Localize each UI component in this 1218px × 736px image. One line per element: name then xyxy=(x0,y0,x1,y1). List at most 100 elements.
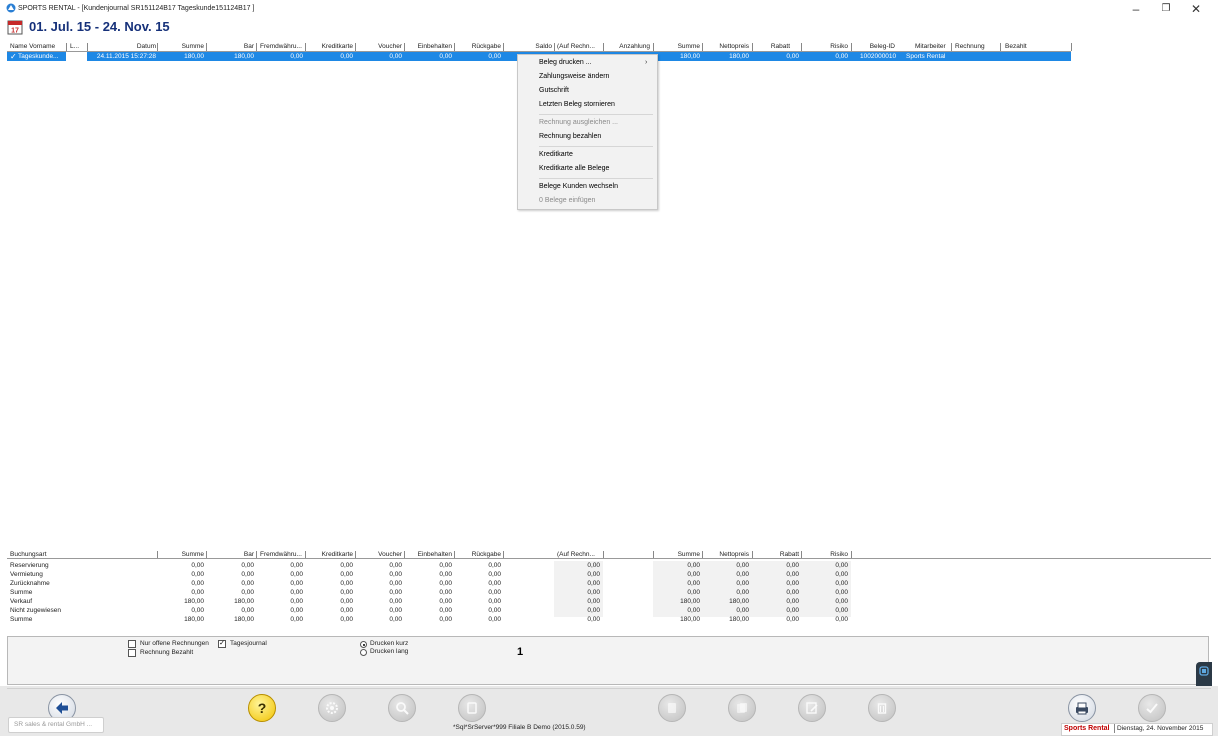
col-header-l[interactable]: L... xyxy=(70,43,79,50)
col-divider[interactable] xyxy=(454,43,455,51)
cell-einbehalten[interactable]: 0,00 xyxy=(412,53,452,60)
col-divider[interactable] xyxy=(157,551,158,558)
col-header-beleg-id[interactable]: Beleg-ID xyxy=(855,43,895,50)
tagesjournal-checkbox[interactable]: ✓ xyxy=(218,640,226,648)
confirm-button[interactable] xyxy=(1138,694,1166,722)
col-header-voucher[interactable]: Voucher xyxy=(362,43,402,50)
col-header-rechnung[interactable]: Rechnung xyxy=(955,43,985,50)
cell-rabatt[interactable]: 0,00 xyxy=(759,53,799,60)
col-header-bezahlt[interactable]: Bezahlt xyxy=(1005,43,1027,50)
cell-rueckgabe[interactable]: 0,00 xyxy=(461,53,501,60)
col-header-auf-rechnung[interactable]: (Auf Rechn... xyxy=(557,43,595,50)
col-header-kreditkarte[interactable]: Kreditkarte xyxy=(313,43,353,50)
sum-header-summe2[interactable]: Summe xyxy=(660,551,700,558)
menu-item-beleg-drucken[interactable]: Beleg drucken ... xyxy=(539,59,592,66)
col-divider[interactable] xyxy=(1071,43,1072,51)
col-divider[interactable] xyxy=(503,43,504,51)
col-divider[interactable] xyxy=(653,551,654,558)
sum-header-risiko[interactable]: Risiko xyxy=(808,551,848,558)
col-header-datum[interactable]: Datum xyxy=(116,43,156,50)
sum-header-auf-rechnung[interactable]: (Auf Rechn... xyxy=(557,551,595,558)
col-divider[interactable] xyxy=(404,551,405,558)
col-header-nettopreis[interactable]: Nettopreis xyxy=(709,43,749,50)
cell-risiko[interactable]: 0,00 xyxy=(808,53,848,60)
rechnung-bezahlt-label[interactable]: Rechnung Bezahlt xyxy=(140,649,193,656)
drucken-kurz-label[interactable]: Drucken kurz xyxy=(370,640,408,647)
sum-header-rueckgabe[interactable]: Rückgabe xyxy=(461,551,501,558)
col-divider[interactable] xyxy=(305,43,306,51)
sum-header-nettopreis[interactable]: Nettopreis xyxy=(709,551,749,558)
col-divider[interactable] xyxy=(355,43,356,51)
col-divider[interactable] xyxy=(503,551,504,558)
nur-offene-checkbox[interactable] xyxy=(128,640,136,648)
col-divider[interactable] xyxy=(206,551,207,558)
col-header-summe2[interactable]: Summe xyxy=(660,43,700,50)
help-button[interactable]: ? xyxy=(248,694,276,722)
close-button[interactable]: ✕ xyxy=(1182,2,1210,16)
col-divider[interactable] xyxy=(305,551,306,558)
rechnung-bezahlt-checkbox[interactable] xyxy=(128,649,136,657)
col-header-rueckgabe[interactable]: Rückgabe xyxy=(461,43,501,50)
col-divider[interactable] xyxy=(851,551,852,558)
col-divider[interactable] xyxy=(157,43,158,51)
money-button[interactable] xyxy=(658,694,686,722)
minimize-button[interactable]: – xyxy=(1122,2,1150,16)
menu-item-kunden-wechseln[interactable]: Belege Kunden wechseln xyxy=(539,183,618,190)
cell-name[interactable]: Tageskunde... xyxy=(18,53,58,60)
cell-kreditkarte[interactable]: 0,00 xyxy=(313,53,353,60)
sum-header-summe[interactable]: Summe xyxy=(164,551,204,558)
drucken-kurz-radio[interactable] xyxy=(360,641,367,648)
sum-header-einbehalten[interactable]: Einbehalten xyxy=(412,551,452,558)
cell-summe[interactable]: 180,00 xyxy=(164,53,204,60)
document-button[interactable] xyxy=(458,694,486,722)
col-header-mitarbeiter[interactable]: Mitarbeiter xyxy=(915,43,946,50)
col-divider[interactable] xyxy=(752,551,753,558)
cell-voucher[interactable]: 0,00 xyxy=(362,53,402,60)
edit-button[interactable] xyxy=(798,694,826,722)
col-divider[interactable] xyxy=(702,551,703,558)
sum-header-buchungsart[interactable]: Buchungsart xyxy=(10,551,47,558)
money-stack-button[interactable] xyxy=(728,694,756,722)
sum-header-bar[interactable]: Bar xyxy=(214,551,254,558)
sum-header-voucher[interactable]: Voucher xyxy=(362,551,402,558)
menu-item-zahlungsweise[interactable]: Zahlungsweise ändern xyxy=(539,73,609,80)
cell-summe2[interactable]: 180,00 xyxy=(660,53,700,60)
col-header-rabatt[interactable]: Rabatt xyxy=(750,43,790,50)
col-divider[interactable] xyxy=(66,43,67,51)
search-button[interactable] xyxy=(388,694,416,722)
col-divider[interactable] xyxy=(603,43,604,51)
cell-nettopreis[interactable]: 180,00 xyxy=(709,53,749,60)
restore-button[interactable]: ❐ xyxy=(1152,2,1180,16)
cell-datum[interactable]: 24.11.2015 15:27:28 xyxy=(86,53,156,60)
col-header-anzahlung[interactable]: Anzahlung xyxy=(610,43,650,50)
menu-item-kreditkarte[interactable]: Kreditkarte xyxy=(539,151,573,158)
cell-l[interactable] xyxy=(66,52,87,61)
cell-bar[interactable]: 180,00 xyxy=(214,53,254,60)
col-divider[interactable] xyxy=(87,43,88,51)
delete-button[interactable] xyxy=(868,694,896,722)
col-header-einbehalten[interactable]: Einbehalten xyxy=(412,43,452,50)
date-range-title[interactable]: 01. Jul. 15 - 24. Nov. 15 xyxy=(29,19,170,34)
sum-header-fremdwaehrung[interactable]: Fremdwähru... xyxy=(260,551,302,558)
cell-beleg-id[interactable]: 1002000010 xyxy=(860,53,896,60)
menu-item-beleg-stornieren[interactable]: Letzten Beleg stornieren xyxy=(539,101,615,108)
tagesjournal-label[interactable]: Tagesjournal xyxy=(230,640,267,647)
cell-mitarbeiter[interactable]: Sports Rental xyxy=(906,53,945,60)
col-divider[interactable] xyxy=(404,43,405,51)
menu-item-kreditkarte-alle[interactable]: Kreditkarte alle Belege xyxy=(539,165,609,172)
calendar-icon[interactable]: 17 xyxy=(7,19,23,35)
col-divider[interactable] xyxy=(951,43,952,51)
col-divider[interactable] xyxy=(801,43,802,51)
menu-item-gutschrift[interactable]: Gutschrift xyxy=(539,87,569,94)
settings-button[interactable] xyxy=(318,694,346,722)
print-button[interactable] xyxy=(1068,694,1096,722)
col-header-fremdwaehrung[interactable]: Fremdwähru... xyxy=(260,43,302,50)
col-divider[interactable] xyxy=(256,551,257,558)
col-header-saldo[interactable]: Saldo xyxy=(512,43,552,50)
col-divider[interactable] xyxy=(554,43,555,51)
col-divider[interactable] xyxy=(851,43,852,51)
col-divider[interactable] xyxy=(653,43,654,51)
col-divider[interactable] xyxy=(1000,43,1001,51)
col-header-bar[interactable]: Bar xyxy=(214,43,254,50)
col-divider[interactable] xyxy=(355,551,356,558)
